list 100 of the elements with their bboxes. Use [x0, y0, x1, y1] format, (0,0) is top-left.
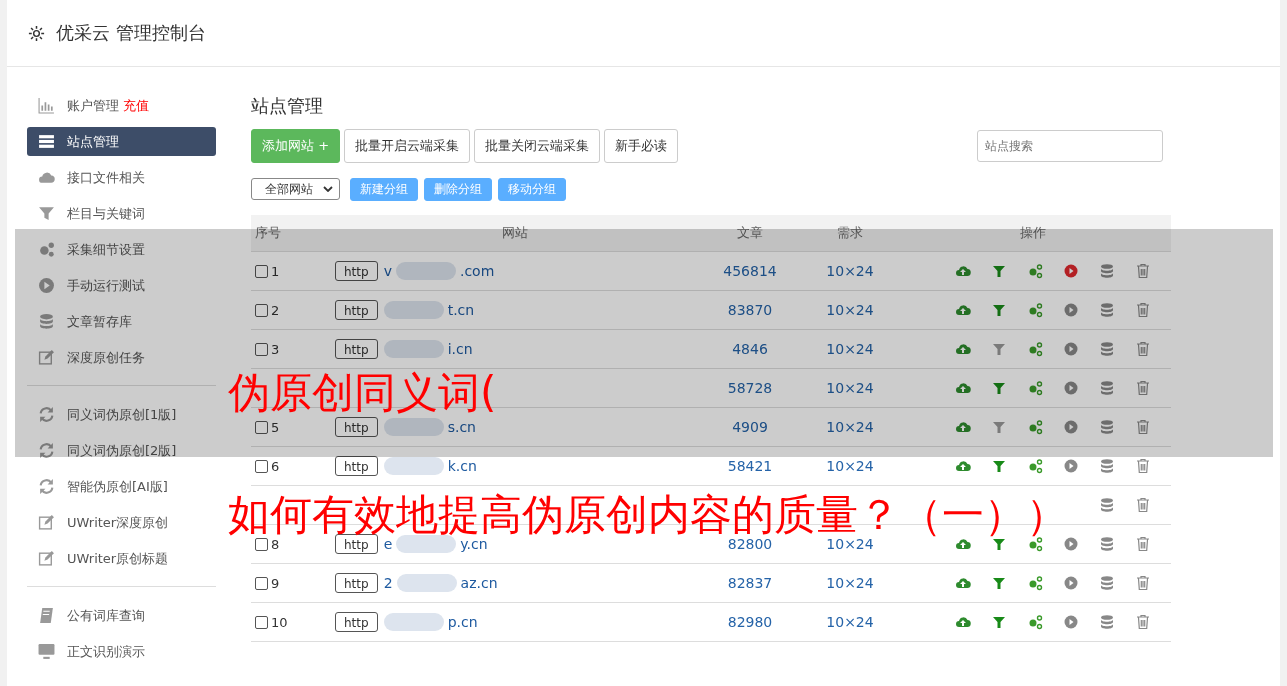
site-domain[interactable]: p.cn	[447, 614, 478, 630]
site-domain[interactable]: k.cn	[447, 458, 477, 474]
demand-value: 10×24	[826, 614, 874, 630]
play-icon[interactable]	[1063, 614, 1079, 630]
play-icon[interactable]	[1063, 263, 1079, 279]
cloud-upload-icon[interactable]	[955, 536, 971, 552]
filter-icon[interactable]	[991, 341, 1007, 357]
row-checkbox[interactable]	[255, 264, 268, 278]
trash-icon[interactable]	[1135, 419, 1151, 435]
caret-icon	[323, 186, 333, 192]
database-icon[interactable]	[1099, 341, 1115, 357]
trash-icon[interactable]	[1135, 536, 1151, 552]
trash-icon[interactable]	[1135, 497, 1151, 513]
trash-icon[interactable]	[1135, 575, 1151, 591]
filter-icon[interactable]	[991, 575, 1007, 591]
cloud-upload-icon[interactable]	[955, 380, 971, 396]
trash-icon[interactable]	[1135, 380, 1151, 396]
cloud-upload-icon[interactable]	[955, 419, 971, 435]
demand-value: 10×24	[826, 302, 874, 318]
row-checkbox[interactable]	[255, 420, 268, 434]
sidebar-item[interactable]: UWriter深度原创	[27, 508, 216, 537]
site-domain[interactable]: s.cn	[447, 419, 476, 435]
row-number: 6	[271, 458, 280, 474]
cloud-upload-icon[interactable]	[955, 614, 971, 630]
sidebar-item[interactable]: UWriter原创标题	[27, 544, 216, 573]
row-checkbox[interactable]	[255, 303, 268, 317]
sidebar-item[interactable]: 采集细节设置	[27, 235, 216, 264]
sidebar-item[interactable]: 接口文件相关	[27, 163, 216, 192]
site-domain[interactable]: t.cn	[447, 302, 475, 318]
row-checkbox[interactable]	[255, 537, 268, 551]
sidebar-item[interactable]: 手动运行测试	[27, 271, 216, 300]
filter-icon[interactable]	[991, 380, 1007, 396]
cloud-upload-icon[interactable]	[955, 575, 971, 591]
blurred-region	[396, 535, 457, 553]
play-icon[interactable]	[1063, 302, 1079, 318]
filter-icon[interactable]	[991, 263, 1007, 279]
cloud-upload-icon[interactable]	[955, 341, 971, 357]
row-number: 10	[271, 614, 288, 630]
sidebar-item[interactable]: 公有词库查询	[27, 601, 216, 630]
filter-icon[interactable]	[991, 419, 1007, 435]
row-checkbox[interactable]	[255, 459, 268, 473]
database-icon[interactable]	[1099, 614, 1115, 630]
cloud-upload-icon[interactable]	[955, 302, 971, 318]
sidebar-item[interactable]: 同义词伪原创[2版]	[27, 436, 216, 465]
trash-icon[interactable]	[1135, 263, 1151, 279]
database-icon[interactable]	[1099, 302, 1115, 318]
row-checkbox[interactable]	[255, 342, 268, 356]
trash-icon[interactable]	[1135, 341, 1151, 357]
protocol-tag: http	[335, 456, 378, 476]
filter-icon[interactable]	[991, 614, 1007, 630]
protocol-tag: http	[335, 417, 378, 437]
toolbar-button[interactable]: 新手必读	[604, 129, 679, 163]
trash-icon[interactable]	[1135, 302, 1151, 318]
search-field[interactable]: 站点搜索	[977, 130, 1163, 162]
play-icon[interactable]	[1063, 575, 1079, 591]
row-number: 9	[271, 575, 280, 591]
toolbar-button[interactable]: 批量开启云端采集	[344, 129, 471, 163]
toolbar-button[interactable]: 批量关闭云端采集	[474, 129, 601, 163]
sidebar-item[interactable]: 站点管理	[27, 127, 216, 156]
database-icon[interactable]	[1099, 536, 1115, 552]
database-icon[interactable]	[1099, 380, 1115, 396]
site-domain[interactable]: i.cn	[447, 341, 473, 357]
play-icon[interactable]	[1063, 380, 1079, 396]
cloud-upload-icon[interactable]	[955, 458, 971, 474]
database-icon[interactable]	[1099, 575, 1115, 591]
database-icon[interactable]	[1099, 497, 1115, 513]
sidebar-item[interactable]: 同义词伪原创[1版]	[27, 400, 216, 429]
play-icon[interactable]	[1063, 536, 1079, 552]
filter-icon[interactable]	[991, 536, 1007, 552]
filter-icon[interactable]	[991, 302, 1007, 318]
sidebar-item[interactable]: 深度原创任务	[27, 343, 216, 372]
database-icon[interactable]	[1099, 263, 1115, 279]
cloud-upload-icon[interactable]	[955, 263, 971, 279]
row-checkbox[interactable]	[255, 615, 268, 629]
play-icon[interactable]	[1063, 419, 1079, 435]
book-icon	[38, 607, 55, 624]
site-domain[interactable]: .com	[459, 263, 495, 279]
recharge-link[interactable]: 充值	[123, 96, 149, 115]
site-domain[interactable]: y.cn	[460, 536, 488, 552]
play-icon[interactable]	[1063, 458, 1079, 474]
sidebar-item[interactable]: 文章暂存库	[27, 307, 216, 336]
trash-icon[interactable]	[1135, 458, 1151, 474]
database-icon[interactable]	[1099, 458, 1115, 474]
console-title: 优采云 管理控制台	[56, 21, 206, 45]
refresh-icon	[38, 478, 55, 495]
group-select[interactable]: 全部网站	[251, 178, 340, 200]
trash-icon[interactable]	[1135, 614, 1151, 630]
sidebar-item[interactable]: 智能伪原创[AI版]	[27, 472, 216, 501]
sidebar-item[interactable]: 栏目与关键词	[27, 199, 216, 228]
site-domain[interactable]: az.cn	[460, 575, 498, 591]
play-icon[interactable]	[1063, 341, 1079, 357]
chart-icon	[38, 97, 55, 114]
database-icon[interactable]	[1099, 419, 1115, 435]
demand-value: 10×24	[826, 419, 874, 435]
edit-icon	[38, 514, 55, 531]
demand-value: 10×24	[826, 380, 874, 396]
column-header: 需求	[836, 224, 864, 242]
sidebar-item[interactable]: 正文识别演示	[27, 637, 216, 666]
sidebar-item[interactable]: 账户管理 充值	[27, 91, 216, 120]
row-checkbox[interactable]	[255, 576, 268, 590]
